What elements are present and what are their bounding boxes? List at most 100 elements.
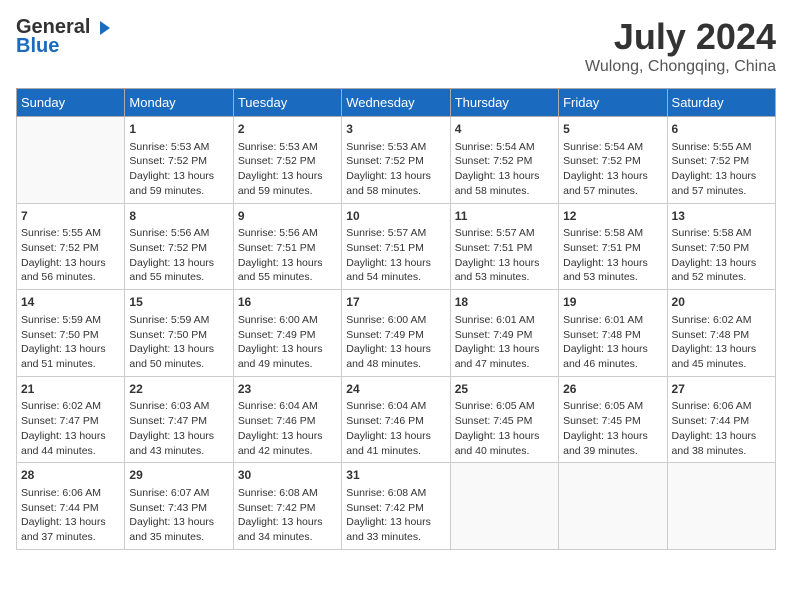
title-area: July 2024 Wulong, Chongqing, China bbox=[585, 16, 776, 76]
sunset-label: Sunset: 7:49 PM bbox=[346, 329, 424, 341]
sunset-label: Sunset: 7:49 PM bbox=[455, 329, 533, 341]
calendar-cell: 4 Sunrise: 5:54 AM Sunset: 7:52 PM Dayli… bbox=[450, 117, 558, 204]
calendar-cell: 29 Sunrise: 6:07 AM Sunset: 7:43 PM Dayl… bbox=[125, 463, 233, 550]
header-row: SundayMondayTuesdayWednesdayThursdayFrid… bbox=[17, 89, 776, 117]
daylight-label: Daylight: 13 hours and 56 minutes. bbox=[21, 257, 106, 284]
sunset-label: Sunset: 7:46 PM bbox=[238, 415, 316, 427]
sunrise-label: Sunrise: 5:59 AM bbox=[21, 314, 101, 326]
day-number: 31 bbox=[346, 467, 445, 484]
month-year: July 2024 bbox=[585, 16, 776, 58]
sunrise-label: Sunrise: 6:08 AM bbox=[238, 487, 318, 499]
sunrise-label: Sunrise: 6:03 AM bbox=[129, 400, 209, 412]
daylight-label: Daylight: 13 hours and 49 minutes. bbox=[238, 343, 323, 370]
calendar-cell: 16 Sunrise: 6:00 AM Sunset: 7:49 PM Dayl… bbox=[233, 290, 341, 377]
sunrise-label: Sunrise: 5:54 AM bbox=[563, 141, 643, 153]
daylight-label: Daylight: 13 hours and 45 minutes. bbox=[672, 343, 757, 370]
sunset-label: Sunset: 7:52 PM bbox=[129, 155, 207, 167]
sunset-label: Sunset: 7:48 PM bbox=[563, 329, 641, 341]
day-number: 27 bbox=[672, 381, 771, 398]
week-row-5: 28 Sunrise: 6:06 AM Sunset: 7:44 PM Dayl… bbox=[17, 463, 776, 550]
day-number: 13 bbox=[672, 208, 771, 225]
daylight-label: Daylight: 13 hours and 53 minutes. bbox=[455, 257, 540, 284]
daylight-label: Daylight: 13 hours and 33 minutes. bbox=[346, 516, 431, 543]
day-number: 16 bbox=[238, 294, 337, 311]
daylight-label: Daylight: 13 hours and 37 minutes. bbox=[21, 516, 106, 543]
sunrise-label: Sunrise: 5:56 AM bbox=[129, 227, 209, 239]
calendar-table: SundayMondayTuesdayWednesdayThursdayFrid… bbox=[16, 88, 776, 550]
calendar-cell: 23 Sunrise: 6:04 AM Sunset: 7:46 PM Dayl… bbox=[233, 376, 341, 463]
daylight-label: Daylight: 13 hours and 55 minutes. bbox=[129, 257, 214, 284]
header: General Blue July 2024 Wulong, Chongqing… bbox=[16, 16, 776, 76]
sunset-label: Sunset: 7:46 PM bbox=[346, 415, 424, 427]
sunset-label: Sunset: 7:50 PM bbox=[129, 329, 207, 341]
daylight-label: Daylight: 13 hours and 54 minutes. bbox=[346, 257, 431, 284]
calendar-cell: 12 Sunrise: 5:58 AM Sunset: 7:51 PM Dayl… bbox=[559, 203, 667, 290]
sunrise-label: Sunrise: 5:54 AM bbox=[455, 141, 535, 153]
sunrise-label: Sunrise: 6:04 AM bbox=[238, 400, 318, 412]
day-number: 28 bbox=[21, 467, 120, 484]
day-number: 12 bbox=[563, 208, 662, 225]
daylight-label: Daylight: 13 hours and 35 minutes. bbox=[129, 516, 214, 543]
sunset-label: Sunset: 7:45 PM bbox=[455, 415, 533, 427]
daylight-label: Daylight: 13 hours and 58 minutes. bbox=[455, 170, 540, 197]
sunrise-label: Sunrise: 6:00 AM bbox=[238, 314, 318, 326]
calendar-cell bbox=[559, 463, 667, 550]
calendar-cell: 1 Sunrise: 5:53 AM Sunset: 7:52 PM Dayli… bbox=[125, 117, 233, 204]
sunset-label: Sunset: 7:52 PM bbox=[672, 155, 750, 167]
day-number: 25 bbox=[455, 381, 554, 398]
calendar-cell: 20 Sunrise: 6:02 AM Sunset: 7:48 PM Dayl… bbox=[667, 290, 775, 377]
calendar-cell: 31 Sunrise: 6:08 AM Sunset: 7:42 PM Dayl… bbox=[342, 463, 450, 550]
sunset-label: Sunset: 7:44 PM bbox=[672, 415, 750, 427]
sunrise-label: Sunrise: 5:53 AM bbox=[238, 141, 318, 153]
daylight-label: Daylight: 13 hours and 57 minutes. bbox=[672, 170, 757, 197]
day-number: 22 bbox=[129, 381, 228, 398]
calendar-cell: 2 Sunrise: 5:53 AM Sunset: 7:52 PM Dayli… bbox=[233, 117, 341, 204]
daylight-label: Daylight: 13 hours and 59 minutes. bbox=[238, 170, 323, 197]
daylight-label: Daylight: 13 hours and 38 minutes. bbox=[672, 430, 757, 457]
sunset-label: Sunset: 7:52 PM bbox=[238, 155, 316, 167]
day-number: 20 bbox=[672, 294, 771, 311]
day-number: 24 bbox=[346, 381, 445, 398]
calendar-cell: 7 Sunrise: 5:55 AM Sunset: 7:52 PM Dayli… bbox=[17, 203, 125, 290]
sunset-label: Sunset: 7:51 PM bbox=[238, 242, 316, 254]
sunrise-label: Sunrise: 5:53 AM bbox=[129, 141, 209, 153]
sunrise-label: Sunrise: 6:02 AM bbox=[21, 400, 101, 412]
day-number: 15 bbox=[129, 294, 228, 311]
sunrise-label: Sunrise: 6:06 AM bbox=[672, 400, 752, 412]
day-number: 4 bbox=[455, 121, 554, 138]
header-cell-thursday: Thursday bbox=[450, 89, 558, 117]
location: Wulong, Chongqing, China bbox=[585, 58, 776, 76]
day-number: 8 bbox=[129, 208, 228, 225]
header-cell-tuesday: Tuesday bbox=[233, 89, 341, 117]
day-number: 18 bbox=[455, 294, 554, 311]
daylight-label: Daylight: 13 hours and 41 minutes. bbox=[346, 430, 431, 457]
sunrise-label: Sunrise: 6:05 AM bbox=[455, 400, 535, 412]
sunrise-label: Sunrise: 6:04 AM bbox=[346, 400, 426, 412]
calendar-cell: 18 Sunrise: 6:01 AM Sunset: 7:49 PM Dayl… bbox=[450, 290, 558, 377]
calendar-cell: 9 Sunrise: 5:56 AM Sunset: 7:51 PM Dayli… bbox=[233, 203, 341, 290]
sunset-label: Sunset: 7:44 PM bbox=[21, 502, 99, 514]
day-number: 5 bbox=[563, 121, 662, 138]
day-number: 2 bbox=[238, 121, 337, 138]
sunset-label: Sunset: 7:52 PM bbox=[21, 242, 99, 254]
sunrise-label: Sunrise: 5:55 AM bbox=[21, 227, 101, 239]
day-number: 6 bbox=[672, 121, 771, 138]
calendar-cell: 22 Sunrise: 6:03 AM Sunset: 7:47 PM Dayl… bbox=[125, 376, 233, 463]
sunset-label: Sunset: 7:45 PM bbox=[563, 415, 641, 427]
daylight-label: Daylight: 13 hours and 39 minutes. bbox=[563, 430, 648, 457]
page-container: General Blue July 2024 Wulong, Chongqing… bbox=[16, 16, 776, 550]
sunset-label: Sunset: 7:49 PM bbox=[238, 329, 316, 341]
header-cell-sunday: Sunday bbox=[17, 89, 125, 117]
calendar-cell: 14 Sunrise: 5:59 AM Sunset: 7:50 PM Dayl… bbox=[17, 290, 125, 377]
header-cell-friday: Friday bbox=[559, 89, 667, 117]
daylight-label: Daylight: 13 hours and 40 minutes. bbox=[455, 430, 540, 457]
sunset-label: Sunset: 7:43 PM bbox=[129, 502, 207, 514]
calendar-cell: 26 Sunrise: 6:05 AM Sunset: 7:45 PM Dayl… bbox=[559, 376, 667, 463]
week-row-1: 1 Sunrise: 5:53 AM Sunset: 7:52 PM Dayli… bbox=[17, 117, 776, 204]
sunrise-label: Sunrise: 6:01 AM bbox=[563, 314, 643, 326]
day-number: 17 bbox=[346, 294, 445, 311]
calendar-cell: 10 Sunrise: 5:57 AM Sunset: 7:51 PM Dayl… bbox=[342, 203, 450, 290]
header-cell-monday: Monday bbox=[125, 89, 233, 117]
day-number: 7 bbox=[21, 208, 120, 225]
sunset-label: Sunset: 7:52 PM bbox=[455, 155, 533, 167]
